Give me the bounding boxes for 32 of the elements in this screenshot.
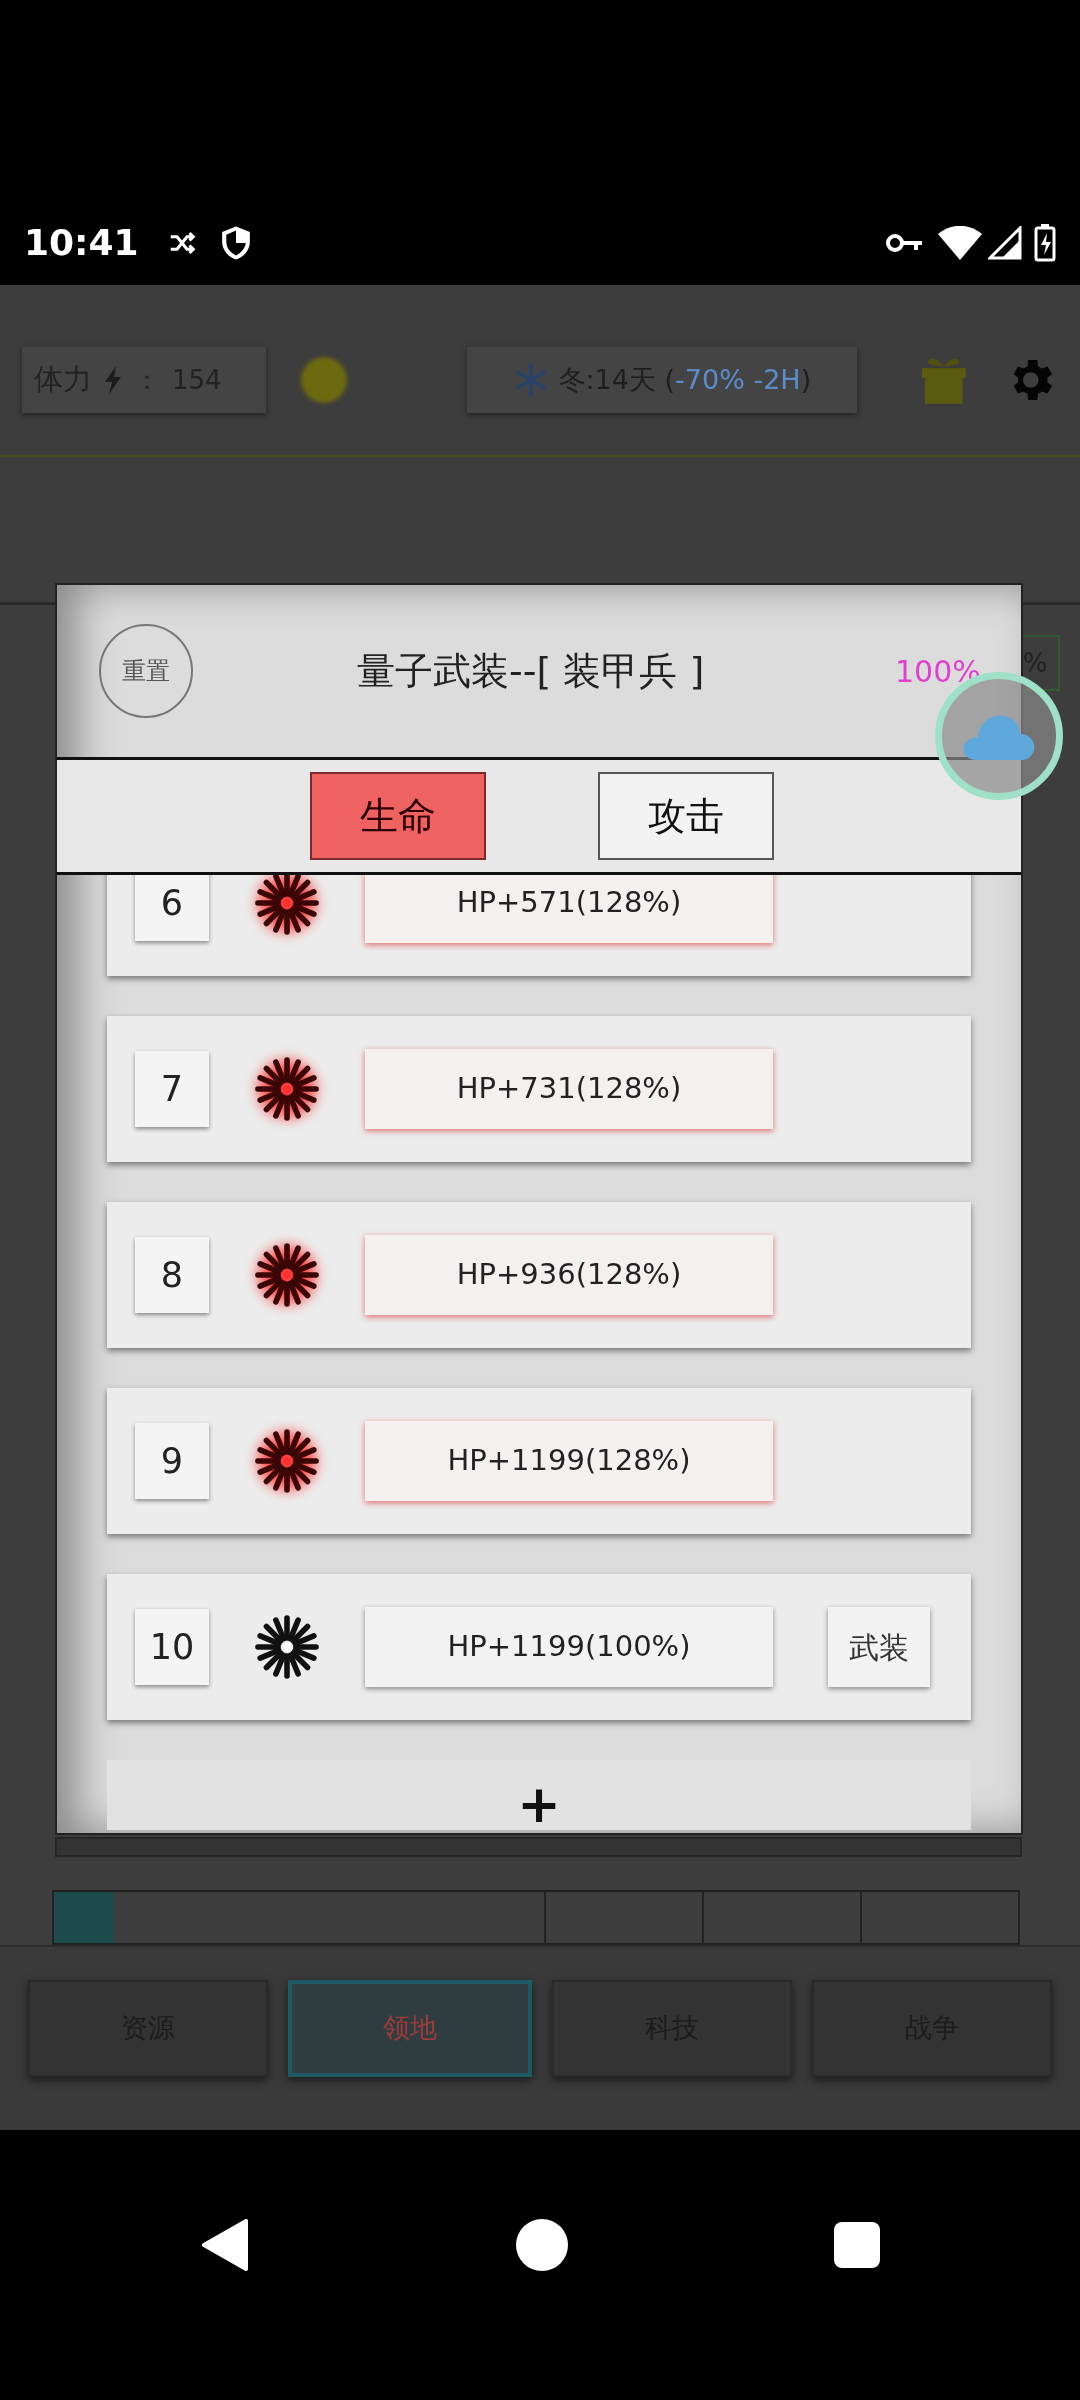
key-icon xyxy=(886,231,924,254)
status-time: 10:41 xyxy=(24,220,139,265)
level-number: 10 xyxy=(135,1609,209,1685)
progress-percent: 100% xyxy=(895,652,981,691)
arm-button[interactable]: 武装 xyxy=(828,1607,930,1687)
sun-icon xyxy=(301,357,347,403)
signal-icon xyxy=(988,225,1022,260)
wifi-icon xyxy=(938,225,982,260)
home-button[interactable] xyxy=(516,2219,568,2271)
stat-field: HP+571(128%) xyxy=(365,875,773,943)
stat-field: HP+731(128%) xyxy=(365,1049,773,1129)
tab[interactable]: 攻击 xyxy=(598,772,774,860)
stamina-separator: ： xyxy=(134,363,160,397)
level-number: 6 xyxy=(135,875,209,941)
season-text-end: ) xyxy=(800,363,812,395)
lightning-icon xyxy=(104,366,122,394)
dialog-title: 量子武装--[ 装甲兵 ] xyxy=(357,647,705,695)
stat-field: HP+1199(100%) xyxy=(365,1607,773,1687)
level-number: 9 xyxy=(135,1423,209,1499)
reset-button[interactable]: 重置 xyxy=(99,624,193,718)
season-effect: -70% -2H xyxy=(675,363,801,395)
stat-field: HP+936(128%) xyxy=(365,1235,773,1315)
stat-field: HP+1199(128%) xyxy=(365,1421,773,1501)
recents-button[interactable] xyxy=(834,2222,880,2268)
level-number: 8 xyxy=(135,1237,209,1313)
add-button[interactable]: + xyxy=(517,1778,561,1830)
row-marker xyxy=(54,1892,114,1943)
tab[interactable]: 生命 xyxy=(310,772,486,860)
level-number: 7 xyxy=(135,1051,209,1127)
battery-icon xyxy=(1034,223,1056,262)
back-icon[interactable] xyxy=(200,2219,250,2271)
percent-fragment: % xyxy=(1022,646,1048,680)
